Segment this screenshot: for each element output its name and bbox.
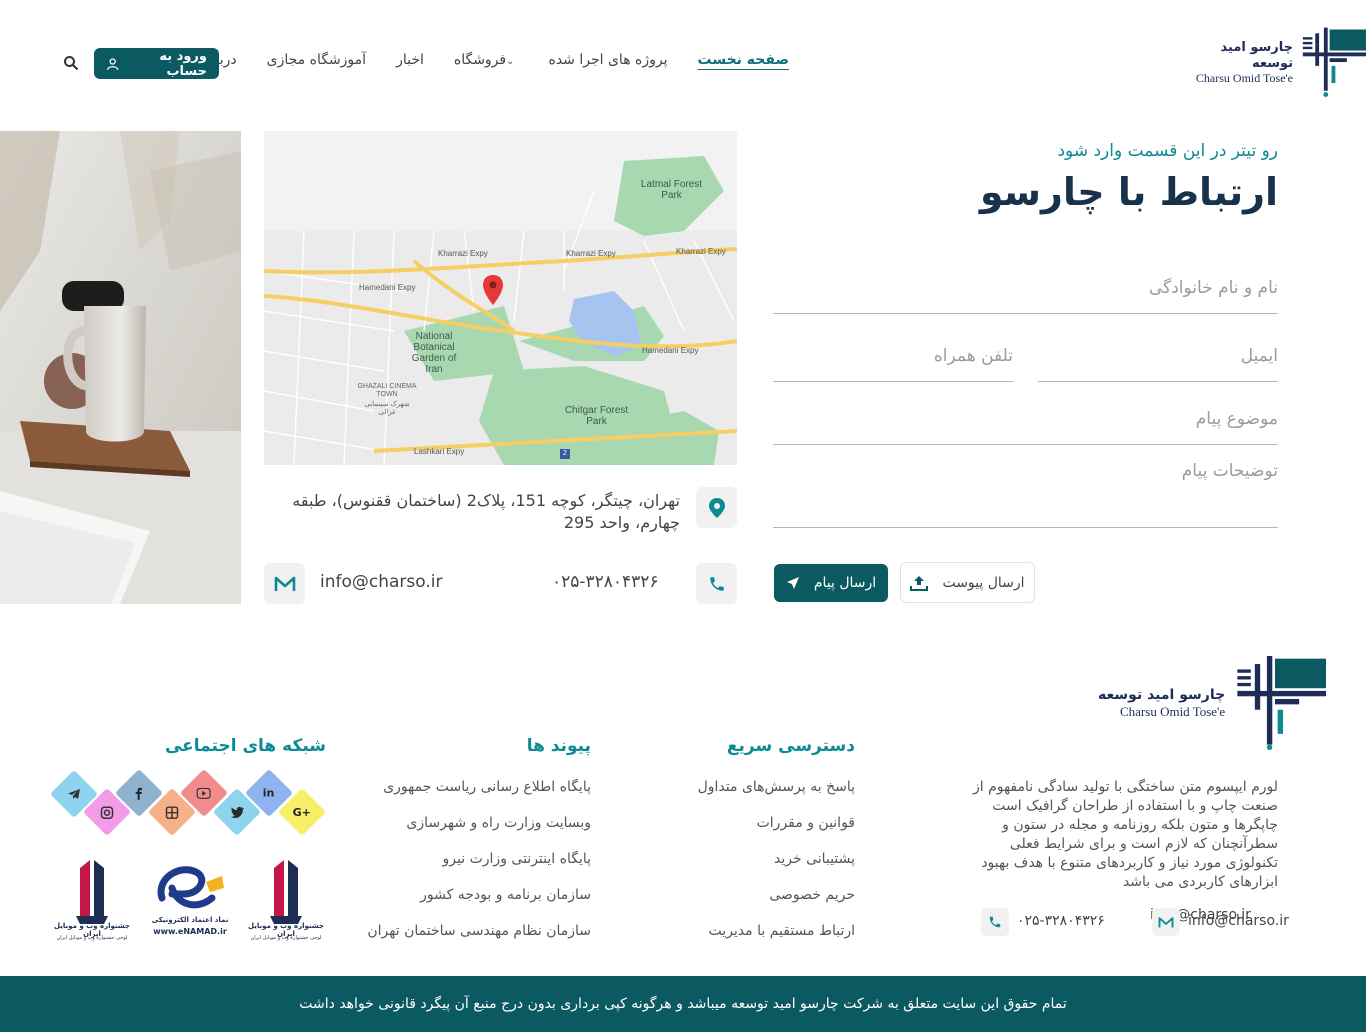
- map-road-kharrazi-1: Kharrazi Expy: [438, 249, 488, 258]
- map-road-kharrazi-3: Kharrazi Expy: [676, 247, 726, 256]
- quick-link[interactable]: پشتیبانی خرید: [660, 851, 855, 887]
- map-road-hamedani-2: Hamedani Expy: [642, 346, 699, 355]
- quick-link[interactable]: پاسخ به پرسش‌های متداول: [660, 779, 855, 815]
- name-field[interactable]: نام و نام خانوادگی: [773, 278, 1278, 314]
- quick-links-list: پاسخ به پرسش‌های متداول قوانین و مقررات …: [660, 779, 855, 959]
- map-road-kharrazi-2: Kharrazi Expy: [566, 249, 616, 258]
- facebook-icon: [136, 787, 143, 800]
- contact-title: ارتباط با چارسو: [979, 170, 1278, 214]
- links-title: پیوند ها: [526, 736, 591, 756]
- footer-logo-en: Charsu Omid Tose'e: [1119, 703, 1226, 719]
- mail-icon: [274, 576, 295, 591]
- quick-link[interactable]: قوانین و مقررات: [660, 815, 855, 851]
- twitter-icon: [230, 806, 244, 818]
- external-link[interactable]: وبسایت وزارت راه و شهرسازی: [370, 815, 591, 851]
- attach-label: ارسال پیوست: [942, 574, 1025, 591]
- external-link[interactable]: پایگاه اطلاع رسانی ریاست جمهوری: [370, 779, 591, 815]
- footer-phone-icon-box: [981, 908, 1009, 936]
- phone-icon: [989, 916, 1001, 928]
- send-label: ارسال پیام: [813, 575, 877, 591]
- map-pin-icon[interactable]: [482, 274, 504, 306]
- enamad-title: نماد اعتماد الکترونیکی: [151, 916, 229, 924]
- email-text[interactable]: info@charso.ir: [320, 572, 443, 592]
- map-label-chitgar: Chitgar Forest Park: [564, 405, 629, 427]
- attach-button[interactable]: ارسال پیوست: [900, 562, 1035, 603]
- nav-projects[interactable]: پروژه های اجرا شده: [549, 52, 668, 68]
- map-road-hamedani-1: Hamedani Expy: [359, 283, 416, 292]
- festival-badge-left[interactable]: جشنواره وب و موبایل ایران لوحی جشنواره و…: [50, 858, 134, 946]
- map-label-latmal: Latmal Forest Park: [640, 179, 703, 201]
- mail-icon: [1158, 916, 1174, 928]
- google-plus-icon: G+: [292, 805, 312, 819]
- map-label-ghazali-fa: شهرک سینمایی غزالی: [364, 401, 410, 416]
- phone-text[interactable]: ۰۲۵-۳۲۸۰۴۳۲۶: [552, 572, 659, 592]
- footer-logo-fa: چارسو امید توسعه: [1098, 686, 1226, 703]
- login-button[interactable]: ورود به حساب: [94, 48, 219, 79]
- phone-icon: [709, 576, 724, 591]
- footer-phone[interactable]: ۰۲۵-۳۲۸۰۴۳۲۶: [1017, 913, 1105, 929]
- external-link[interactable]: سازمان نظام مهندسی ساختمان تهران: [367, 923, 591, 959]
- location-map[interactable]: Latmal Forest Park National Botanical Ga…: [264, 131, 737, 465]
- nav-shop[interactable]: فروشگاه⌄: [454, 52, 519, 68]
- festival-badge-sub: لوحی جشنواره وب و موبایل ایران: [250, 935, 322, 941]
- enamad-badge[interactable]: نماد اعتماد الکترونیکی www.eNAMAD.ir: [150, 858, 230, 946]
- external-link[interactable]: سازمان برنامه و بودجه کشور: [370, 887, 591, 923]
- copyright-bar: تمام حقوق این سایت متعلق به شرکت چارسو ا…: [0, 976, 1366, 1032]
- enamad-url: www.eNAMAD.ir: [153, 927, 227, 936]
- chevron-down-icon: ⌄: [506, 56, 515, 67]
- address-text: تهران، چیتگر، کوچه 151، پلاک2 (ساختمان ق…: [292, 491, 680, 532]
- office-photo: [0, 131, 241, 604]
- subject-field[interactable]: موضوع پیام: [773, 409, 1278, 445]
- phone-icon-box: [696, 563, 737, 604]
- send-button[interactable]: ارسال پیام: [774, 564, 888, 602]
- main-nav: صفحه نخست پروژه های اجرا شده فروشگاه⌄ اخ…: [185, 52, 789, 68]
- map-road-lashkari: Lashkari Expy: [414, 447, 465, 456]
- email-field[interactable]: ایمیل: [1038, 346, 1278, 382]
- location-icon: [708, 497, 725, 518]
- logo-text-fa: چارسو امید توسعه: [1220, 40, 1294, 71]
- footer-about: لورم ایپسوم متن ساختگی با تولید سادگی نا…: [972, 779, 1278, 890]
- enamad-logo-icon: [157, 866, 224, 909]
- festival-badge-right[interactable]: جشنواره وب و موبایل ایران لوحی جشنواره و…: [244, 858, 328, 946]
- map-label-botanical: National Botanical Garden of Iran: [411, 331, 457, 375]
- instagram-icon: [100, 805, 114, 819]
- address-icon-box: [696, 487, 737, 528]
- upload-icon: [910, 575, 929, 591]
- nav-news[interactable]: اخبار: [396, 52, 424, 68]
- nav-academy[interactable]: آموزشگاه مجازی: [267, 52, 366, 68]
- nav-home[interactable]: صفحه نخست: [698, 52, 789, 68]
- festival-badge-sub: لوحی جشنواره وب و موبایل ایران: [56, 935, 128, 941]
- youtube-icon: [197, 787, 211, 799]
- linkedin-icon: in: [263, 786, 275, 800]
- footer-email-label: info@charso.ir: [1188, 913, 1289, 929]
- email-icon-box: [264, 563, 305, 604]
- map-label-ghazali: GHAZALI CINEMA TOWN: [357, 383, 417, 398]
- quick-link[interactable]: ارتباط مستقیم با مدیریت: [660, 923, 855, 959]
- nav-shop-label: فروشگاه: [453, 52, 507, 68]
- external-link[interactable]: پایگاه اینترنتی وزارت نیرو: [370, 851, 591, 887]
- login-label: ورود به حساب: [159, 48, 207, 79]
- logo-mark-icon: [1302, 27, 1366, 97]
- quick-access-title: دسترسی سریع: [726, 736, 855, 756]
- telegram-icon: [68, 789, 80, 799]
- aparat-icon: [165, 805, 179, 819]
- phone-field[interactable]: تلفن همراه: [773, 346, 1013, 382]
- quick-link[interactable]: حریم خصوصی: [660, 887, 855, 923]
- copyright-text: تمام حقوق این سایت متعلق به شرکت چارسو ا…: [299, 996, 1067, 1012]
- search-icon[interactable]: [63, 55, 79, 71]
- social-title: شبکه های اجتماعی: [164, 736, 326, 756]
- logo-text-en: Charsu Omid Tose'e: [1195, 71, 1294, 86]
- message-field[interactable]: توضیحات پیام: [773, 461, 1278, 528]
- site-logo[interactable]: چارسو امید توسعه Charsu Omid Tose'e: [1180, 26, 1366, 100]
- footer-logo-mark-icon: [1237, 656, 1327, 750]
- footer-mail-icon-box: [1152, 908, 1180, 936]
- user-icon: [107, 57, 119, 70]
- footer-logo: چارسو امید توسعه Charsu Omid Tose'e: [1098, 656, 1327, 750]
- send-icon: [786, 577, 799, 589]
- contact-kicker: رو تیتر در این قسمت وارد شود: [1057, 141, 1278, 161]
- map-route-number: 2: [563, 450, 567, 457]
- external-links-list: پایگاه اطلاع رسانی ریاست جمهوری وبسایت و…: [367, 779, 591, 959]
